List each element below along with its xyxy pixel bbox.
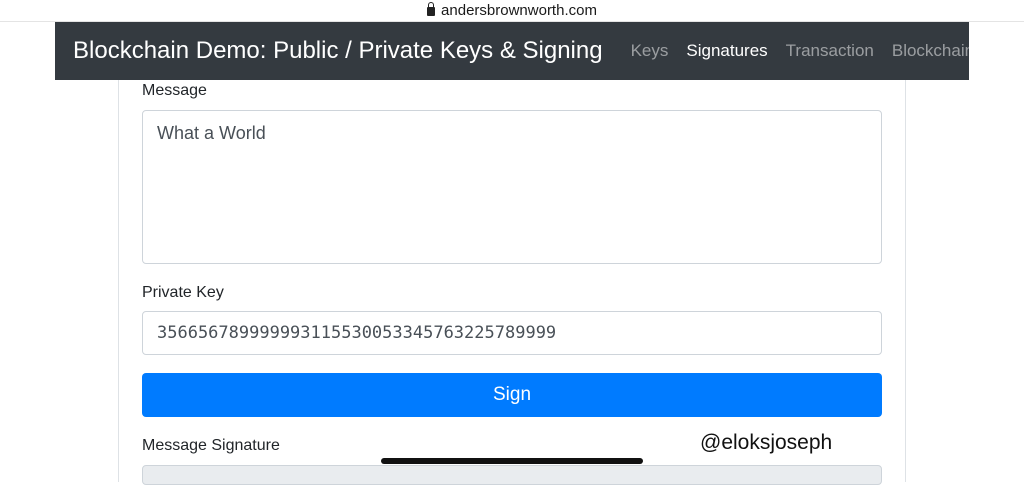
message-textarea[interactable]: What a World: [142, 110, 882, 264]
url-text: andersbrownworth.com: [441, 2, 597, 19]
navbar-brand[interactable]: Blockchain Demo: Public / Private Keys &…: [73, 37, 603, 65]
nav-link-keys[interactable]: Keys: [622, 41, 678, 61]
watermark-text: @eloksjoseph: [700, 431, 833, 454]
nav-link-transaction[interactable]: Transaction: [777, 41, 883, 61]
home-indicator: [381, 458, 643, 464]
nav-links: Keys Signatures Transaction Blockchain: [622, 41, 983, 61]
message-signature-field[interactable]: [142, 465, 882, 485]
address-bar[interactable]: andersbrownworth.com: [0, 0, 1024, 22]
private-key-value: 356656789999993115530053345763225789999: [157, 323, 557, 343]
private-key-label: Private Key: [142, 284, 224, 301]
sign-button[interactable]: Sign: [142, 373, 882, 417]
lock-icon: [427, 2, 436, 16]
message-signature-label: Message Signature: [142, 437, 280, 454]
private-key-input[interactable]: 356656789999993115530053345763225789999: [142, 311, 882, 355]
nav-link-blockchain[interactable]: Blockchain: [883, 41, 983, 61]
nav-link-signatures[interactable]: Signatures: [677, 41, 776, 61]
message-label: Message: [142, 82, 207, 99]
navbar: Blockchain Demo: Public / Private Keys &…: [55, 22, 974, 80]
